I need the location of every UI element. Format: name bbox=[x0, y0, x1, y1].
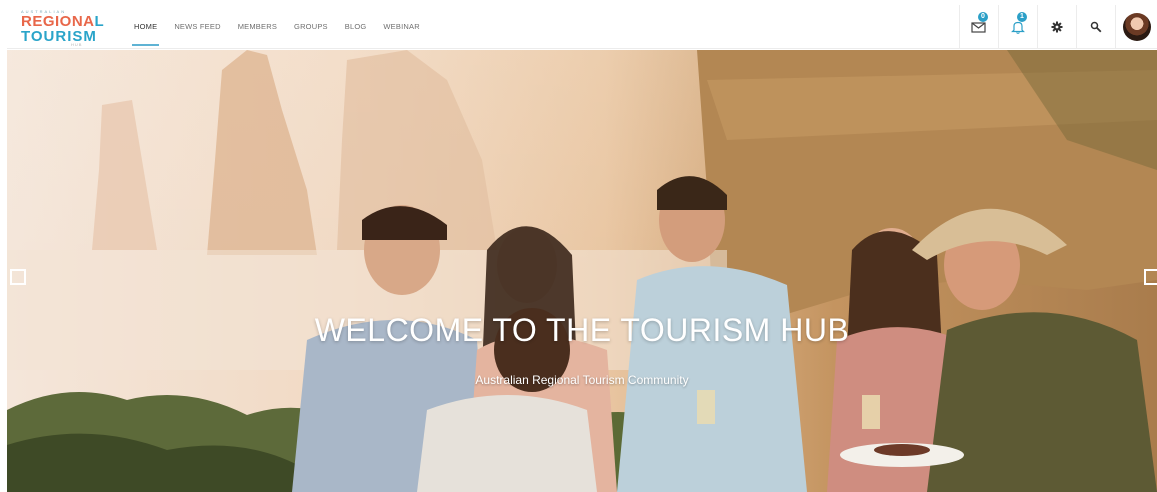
page: AUSTRALIAN REGIONAL TOURISM HUB HOME NEW… bbox=[0, 0, 1157, 492]
logo-regional-text: REGIONAL bbox=[21, 14, 104, 29]
main-nav: HOME NEWS FEED MEMBERS GROUPS BLOG WEBIN… bbox=[131, 5, 437, 49]
top-nav-bar: AUSTRALIAN REGIONAL TOURISM HUB HOME NEW… bbox=[7, 5, 1157, 49]
nav-members[interactable]: MEMBERS bbox=[238, 5, 277, 49]
hero-banner: WELCOME TO THE TOURISM HUB Australian Re… bbox=[7, 50, 1157, 492]
messages-button[interactable]: 0 bbox=[959, 5, 998, 49]
slider-next-button[interactable] bbox=[1144, 269, 1157, 285]
notifications-button[interactable]: 1 bbox=[998, 5, 1037, 49]
mail-icon bbox=[971, 22, 986, 33]
logo-tagline: HUB bbox=[71, 42, 83, 47]
bell-icon bbox=[1011, 21, 1025, 34]
nav-news-feed[interactable]: NEWS FEED bbox=[174, 5, 220, 49]
avatar bbox=[1122, 13, 1151, 41]
user-avatar-button[interactable] bbox=[1115, 5, 1157, 49]
nav-blog[interactable]: BLOG bbox=[345, 5, 367, 49]
nav-groups[interactable]: GROUPS bbox=[294, 5, 328, 49]
nav-home[interactable]: HOME bbox=[131, 5, 160, 49]
settings-button[interactable] bbox=[1037, 5, 1076, 49]
site-logo[interactable]: AUSTRALIAN REGIONAL TOURISM HUB bbox=[21, 9, 104, 47]
search-button[interactable] bbox=[1076, 5, 1115, 49]
search-icon bbox=[1090, 21, 1102, 33]
hero-title: WELCOME TO THE TOURISM HUB bbox=[314, 312, 850, 348]
hero-subtitle: Australian Regional Tourism Community bbox=[475, 373, 689, 387]
messages-count-badge: 0 bbox=[978, 12, 988, 22]
logo-tourism-text: TOURISM bbox=[21, 28, 97, 45]
hero-image bbox=[7, 50, 1157, 492]
nav-webinar[interactable]: WEBINAR bbox=[383, 5, 419, 49]
gear-icon bbox=[1051, 21, 1063, 33]
notifications-count-badge: 1 bbox=[1017, 12, 1027, 22]
slider-prev-button[interactable] bbox=[10, 269, 26, 285]
header-tools: 0 1 bbox=[959, 5, 1157, 49]
